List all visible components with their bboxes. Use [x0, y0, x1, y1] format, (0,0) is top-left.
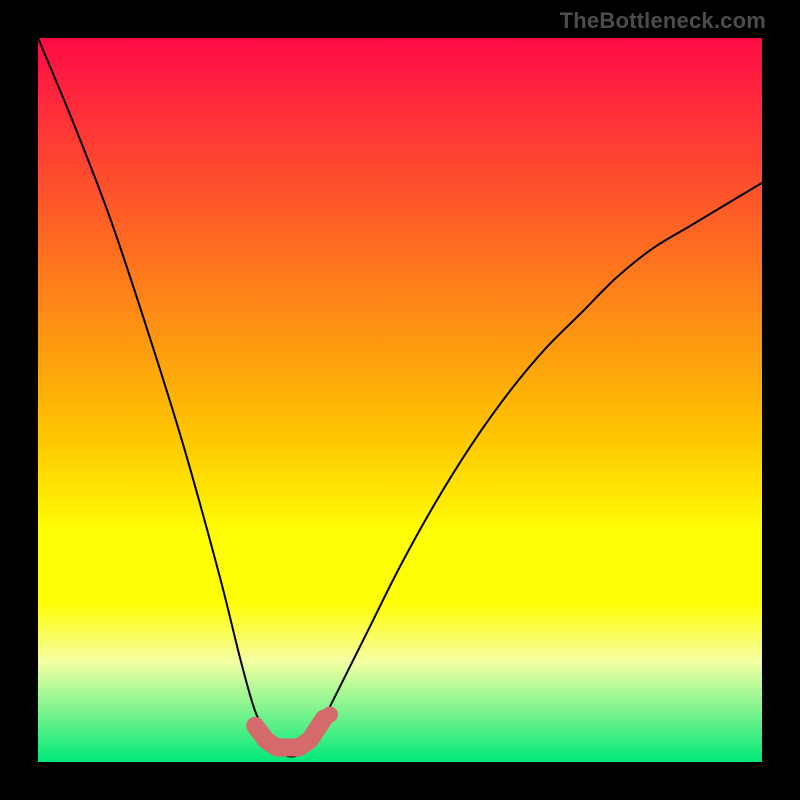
plot-area — [38, 38, 762, 762]
marker-dot — [322, 707, 338, 723]
watermark-text: TheBottleneck.com — [560, 8, 766, 34]
gradient-background — [38, 38, 762, 762]
chart-svg — [38, 38, 762, 762]
chart-frame: TheBottleneck.com — [0, 0, 800, 800]
